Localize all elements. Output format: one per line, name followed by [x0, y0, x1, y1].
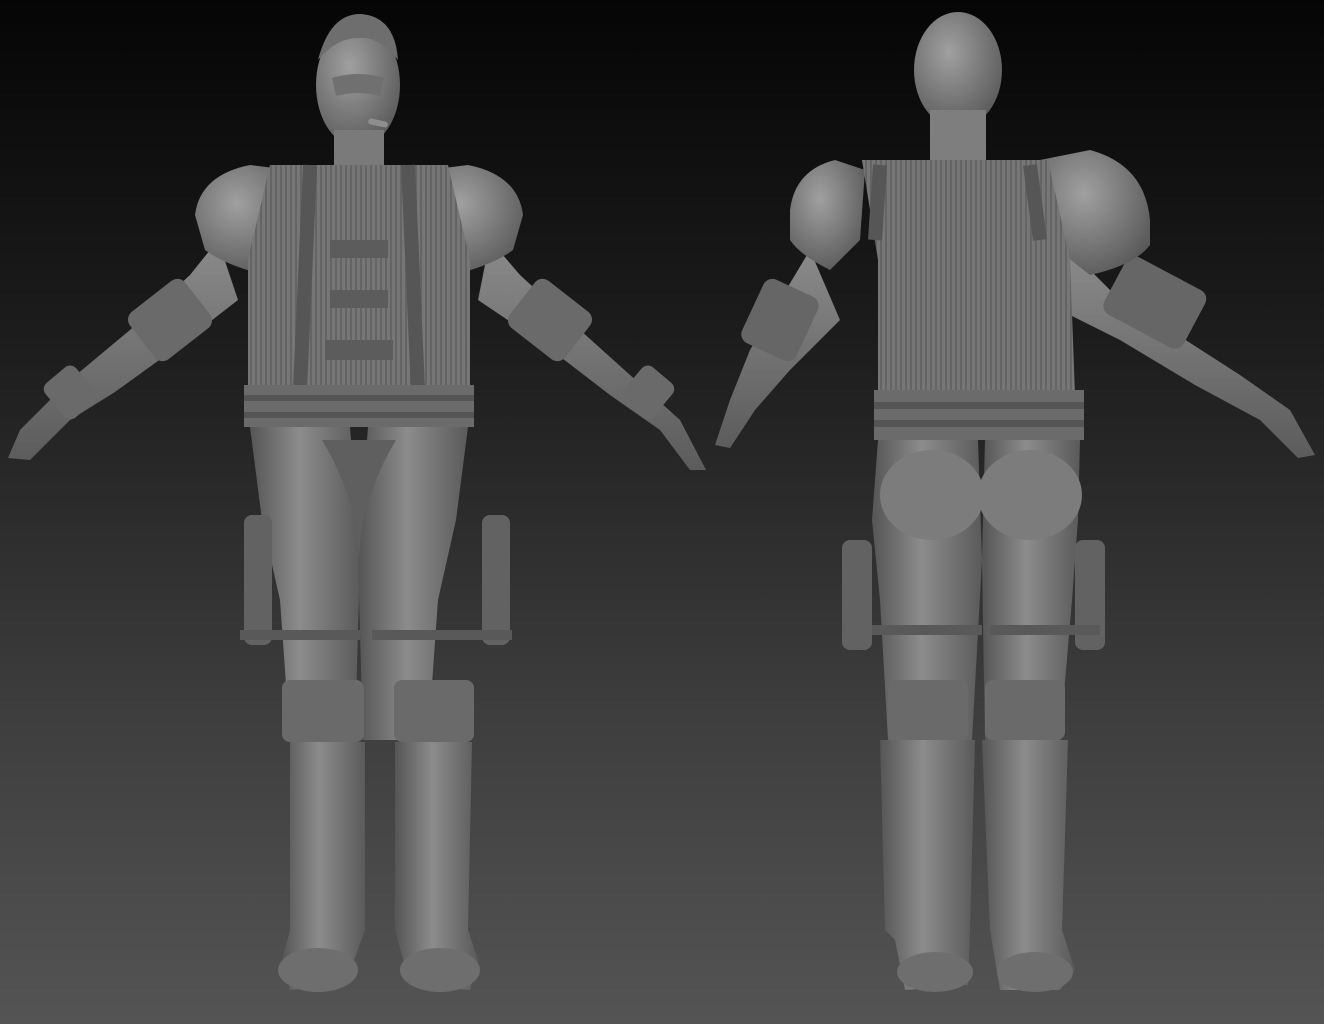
- back-right-arm: [1060, 250, 1315, 458]
- sculpt-viewport: [0, 0, 1324, 1024]
- back-belt: [874, 390, 1084, 440]
- back-left-shoulder-pad: [790, 160, 865, 270]
- back-left-holster: [842, 540, 872, 650]
- front-right-arm: [478, 240, 706, 470]
- back-vest: [862, 160, 1075, 395]
- front-belt: [244, 385, 474, 427]
- back-view-figure: [715, 12, 1315, 992]
- front-right-holster: [482, 515, 510, 645]
- front-left-arm: [8, 240, 238, 460]
- turnaround-render: [8, 12, 1315, 992]
- front-view-figure: [8, 14, 706, 992]
- front-left-holster: [244, 515, 272, 645]
